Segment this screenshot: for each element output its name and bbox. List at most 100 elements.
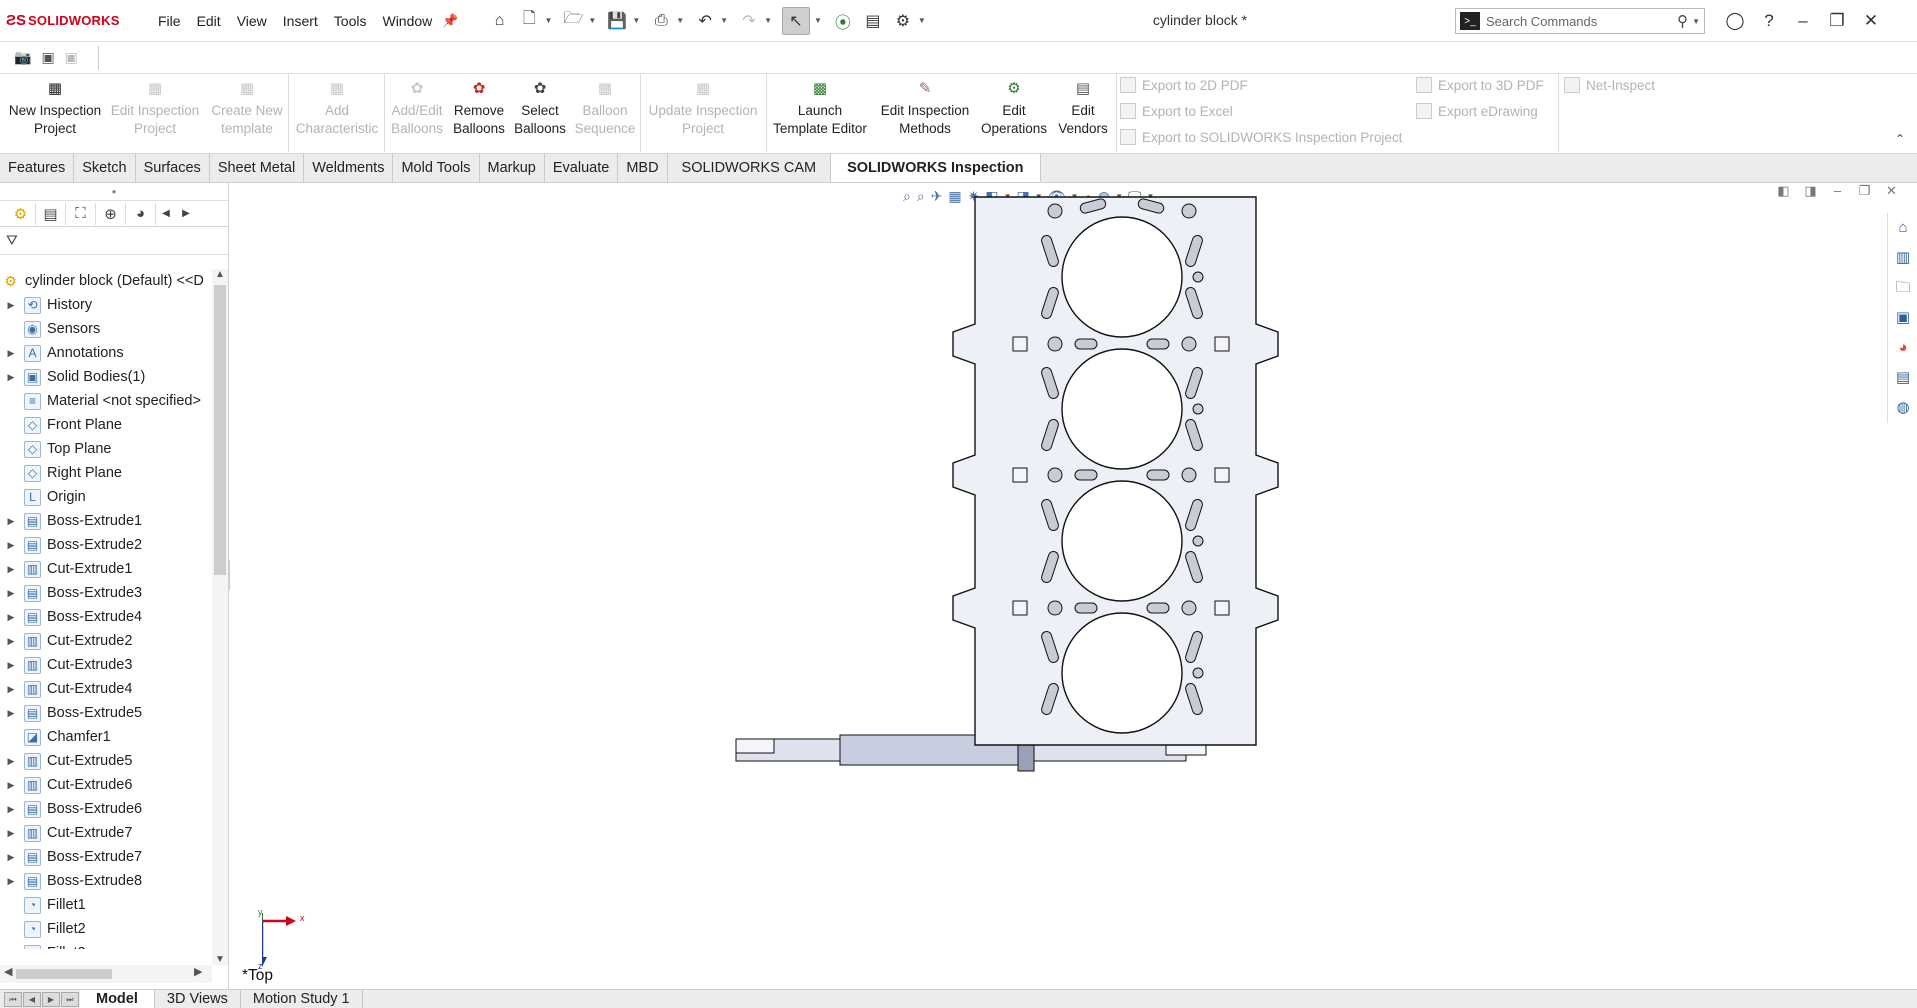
tab-evaluate[interactable]: Evaluate <box>545 154 619 182</box>
collapse-ribbon-icon[interactable]: ⌃ <box>1895 132 1905 146</box>
chevron-right-icon[interactable]: ▶ <box>176 203 196 225</box>
menu-edit[interactable]: Edit <box>189 13 229 29</box>
scroll-left-icon[interactable]: ◀ <box>4 965 12 978</box>
graphics-area[interactable]: ⌕ ⌕ ✈ ▦ ✷ ◧▼ ◨▼ 👁▼ ◕ ◍▼ 🖵▼ ◧ ◨ – ❐ ✕ ⌂ ▥… <box>230 183 1917 989</box>
search-commands-box[interactable]: >_ Search Commands ⚲ ▼ <box>1455 8 1705 34</box>
search-input[interactable]: Search Commands <box>1486 14 1677 29</box>
last-tab-icon[interactable]: ⏭ <box>61 991 79 1007</box>
tree-item[interactable]: ◔ Fillet3 <box>0 941 212 949</box>
tree-item[interactable]: ▶ ▤ Boss-Extrude3 <box>0 581 212 605</box>
capture-icon[interactable]: ▣ <box>41 49 54 66</box>
expand-arrow-icon[interactable]: ▶ <box>4 588 18 599</box>
tree-horizontal-scrollbar[interactable]: ◀ ▶ <box>0 965 212 983</box>
tree-item[interactable]: ◔ Fillet1 <box>0 893 212 917</box>
menu-tools[interactable]: Tools <box>326 13 375 29</box>
save-icon[interactable]: 💾 <box>606 10 628 32</box>
chevron-down-icon[interactable]: ▼ <box>764 16 772 25</box>
close-icon[interactable]: ✕ <box>1854 7 1888 35</box>
tree-item[interactable]: ◇ Top Plane <box>0 437 212 461</box>
expand-arrow-icon[interactable]: ▶ <box>4 372 18 383</box>
scroll-up-icon[interactable]: ▲ <box>212 269 228 280</box>
redo-icon[interactable]: ↷ <box>738 10 760 32</box>
dimxpert-manager-tab-icon[interactable]: ⊕ <box>96 202 126 225</box>
tree-item[interactable]: ▶ ▤ Boss-Extrude7 <box>0 845 212 869</box>
tree-item[interactable]: ▶ ▤ Boss-Extrude1 <box>0 509 212 533</box>
tab-mold-tools[interactable]: Mold Tools <box>393 154 480 182</box>
home-icon[interactable]: ⌂ <box>488 10 510 32</box>
solidworks-resources-icon[interactable]: ⌂ <box>1888 213 1917 243</box>
menu-insert[interactable]: Insert <box>275 13 326 29</box>
tab-model[interactable]: Model <box>80 989 155 1008</box>
first-tab-icon[interactable]: ⏮ <box>4 991 22 1007</box>
export-3d-pdf-button[interactable]: Export to 3D PDF <box>1416 77 1544 93</box>
tree-item[interactable]: ▶ ⟲ History <box>0 293 212 317</box>
tree-item[interactable]: ◇ Front Plane <box>0 413 212 437</box>
tree-item[interactable]: ▶ ▣ Solid Bodies(1) <box>0 365 212 389</box>
tree-item[interactable]: ▶ ▥ Cut-Extrude2 <box>0 629 212 653</box>
tree-item[interactable]: ◉ Sensors <box>0 317 212 341</box>
expand-arrow-icon[interactable]: ▶ <box>4 300 18 311</box>
chevron-down-icon[interactable]: ▼ <box>720 16 728 25</box>
add-edit-balloons-button[interactable]: ✿ Add/Edit Balloons <box>386 78 448 148</box>
tab-solidworks-cam[interactable]: SOLIDWORKS CAM <box>668 154 832 182</box>
filter-icon[interactable]: ⛛ <box>6 232 18 249</box>
view-palette-icon[interactable]: ▣ <box>1888 303 1917 333</box>
close-icon[interactable]: ✕ <box>1878 183 1905 199</box>
tree-item[interactable]: ▶ ▤ Boss-Extrude4 <box>0 605 212 629</box>
tree-item[interactable]: ▶ ▤ Boss-Extrude5 <box>0 701 212 725</box>
configuration-manager-tab-icon[interactable]: ⛶ <box>66 202 96 225</box>
panel-grip[interactable]: ● <box>0 183 228 201</box>
file-properties-icon[interactable]: ▤ <box>862 10 884 32</box>
tree-item[interactable]: ▶ ▥ Cut-Extrude6 <box>0 773 212 797</box>
new-document-icon[interactable]: 🗋 <box>518 10 540 32</box>
help-icon[interactable]: ? <box>1752 7 1786 35</box>
solidworks-forum-icon[interactable]: ◍ <box>1888 393 1917 423</box>
chevron-down-icon[interactable]: ▼ <box>632 16 640 25</box>
appearances-icon[interactable]: ◕ <box>1888 333 1917 363</box>
scroll-thumb[interactable] <box>214 285 226 575</box>
chevron-down-icon[interactable]: ▼ <box>588 16 596 25</box>
tree-item[interactable]: ◪ Chamfer1 <box>0 725 212 749</box>
expand-arrow-icon[interactable]: ▶ <box>4 540 18 551</box>
expand-arrow-icon[interactable]: ▶ <box>4 852 18 863</box>
solidworks-logo[interactable]: ƧS SOLIDWORKS <box>6 12 136 29</box>
file-explorer-icon[interactable]: 🗀 <box>1888 273 1917 303</box>
tab-sketch[interactable]: Sketch <box>74 154 136 182</box>
display-manager-tab-icon[interactable]: ◕ <box>126 202 156 225</box>
feature-manager-tab-icon[interactable]: ⚙ <box>6 202 36 225</box>
prev-tab-icon[interactable]: ◀ <box>23 991 41 1007</box>
expand-arrow-icon[interactable]: ▶ <box>4 828 18 839</box>
tree-item[interactable]: L Origin <box>0 485 212 509</box>
expand-arrow-icon[interactable]: ▶ <box>4 564 18 575</box>
expand-arrow-icon[interactable]: ▶ <box>4 780 18 791</box>
launch-template-editor-button[interactable]: ▩ Launch Template Editor <box>770 78 870 148</box>
expand-arrow-icon[interactable]: ▶ <box>4 804 18 815</box>
chevron-down-icon[interactable]: ▼ <box>918 16 926 25</box>
export-excel-button[interactable]: Export to Excel <box>1120 103 1233 119</box>
expand-arrow-icon[interactable]: ▶ <box>4 756 18 767</box>
tree-item[interactable]: ▶ ▥ Cut-Extrude5 <box>0 749 212 773</box>
tree-item[interactable]: ▶ ▤ Boss-Extrude2 <box>0 533 212 557</box>
next-tab-icon[interactable]: ▶ <box>42 991 60 1007</box>
tab-sheet-metal[interactable]: Sheet Metal <box>210 154 305 182</box>
edit-vendors-button[interactable]: ▤ Edit Vendors <box>1052 78 1114 148</box>
export-sw-inspection-button[interactable]: Export to SOLIDWORKS Inspection Project <box>1120 129 1402 145</box>
pin-icon[interactable]: 📌 <box>442 13 458 29</box>
tab-markup[interactable]: Markup <box>480 154 545 182</box>
tab-features[interactable]: Features <box>0 154 75 182</box>
open-folder-icon[interactable]: 🗁 <box>562 10 584 32</box>
menu-window[interactable]: Window <box>374 13 440 29</box>
tree-item[interactable]: ▶ ▤ Boss-Extrude8 <box>0 869 212 893</box>
expand-arrow-icon[interactable]: ▶ <box>4 636 18 647</box>
tree-item[interactable]: ▶ ▥ Cut-Extrude4 <box>0 677 212 701</box>
tree-item[interactable]: ▶ ▤ Boss-Extrude6 <box>0 797 212 821</box>
net-inspect-button[interactable]: Net-Inspect <box>1564 77 1655 93</box>
expand-arrow-icon[interactable]: ▶ <box>4 612 18 623</box>
tree-vertical-scrollbar[interactable]: ▲ ▼ <box>212 269 228 965</box>
tab-surfaces[interactable]: Surfaces <box>136 154 210 182</box>
new-inspection-project-button[interactable]: ▦ New Inspection Project <box>4 78 106 148</box>
select-cursor-icon[interactable]: ↖ <box>782 6 810 35</box>
expand-arrow-icon[interactable]: ▶ <box>4 348 18 359</box>
menu-view[interactable]: View <box>229 13 275 29</box>
traffic-light-icon[interactable]: ⦿ <box>832 10 854 32</box>
